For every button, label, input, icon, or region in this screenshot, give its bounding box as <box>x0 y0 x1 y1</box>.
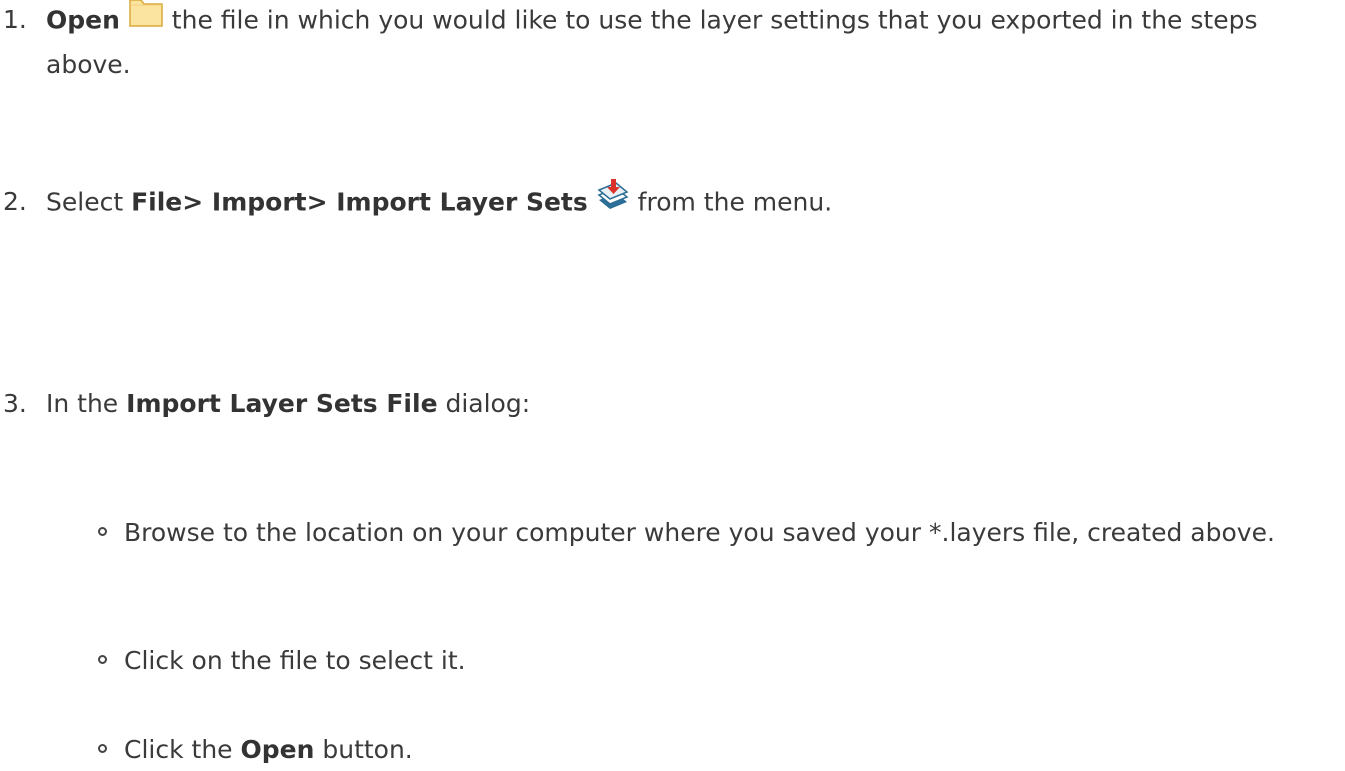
bullet-icon <box>98 744 107 753</box>
step-3-text: dialog: <box>437 389 531 418</box>
dialog-name: Import Layer Sets File <box>126 389 438 418</box>
menu-path: File> Import> Import Layer Sets <box>131 187 588 217</box>
step-3-prefix: In the <box>46 389 127 418</box>
step-text: In the Import Layer Sets File dialog: <box>46 383 1336 425</box>
open-button-label: Open <box>240 735 315 764</box>
step-number: 3. <box>3 389 27 418</box>
step-2-prefix: Select <box>46 187 132 217</box>
step-text: Open the file in which you would like to… <box>46 0 1336 86</box>
bullet-icon <box>98 655 107 664</box>
help-page: { "steps": [ { "number": "1.", "bold": "… <box>0 0 1345 771</box>
open-label: Open <box>46 5 120 35</box>
substep-text: Click the Open button. <box>124 729 1324 771</box>
substep-prefix: Click the <box>124 735 241 764</box>
step-text: Select File> Import> Import Layer Sets f… <box>46 178 1336 226</box>
substep-text: Browse to the location on your computer … <box>124 518 1275 547</box>
substep-suffix: button. <box>314 735 413 764</box>
bullet-icon <box>98 527 107 536</box>
step-1-text: the file in which you would like to use … <box>46 5 1258 80</box>
substep-text: Click on the file to select it. <box>124 646 466 675</box>
step-number: 2. <box>3 187 27 216</box>
folder-icon <box>128 0 164 41</box>
step-2-text: from the menu. <box>629 187 833 217</box>
step-number: 1. <box>3 5 27 34</box>
import-layers-icon <box>596 178 630 223</box>
